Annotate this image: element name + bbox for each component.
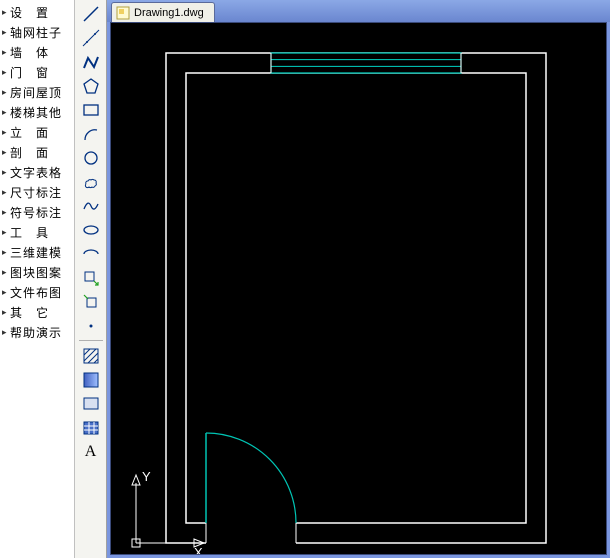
menu-item-help[interactable]: ▸帮助演示 bbox=[0, 322, 74, 342]
menu-label: 立 面 bbox=[10, 124, 49, 141]
ellipse-arc-tool[interactable] bbox=[77, 242, 105, 265]
menu-item-elevation[interactable]: ▸立 面 bbox=[0, 122, 74, 142]
svg-text:X: X bbox=[194, 545, 203, 555]
menu-item-symbol[interactable]: ▸符号标注 bbox=[0, 202, 74, 222]
menu-label: 三维建模 bbox=[10, 244, 62, 261]
menu-item-3d-modeling[interactable]: ▸三维建模 bbox=[0, 242, 74, 262]
menu-label: 设 置 bbox=[10, 4, 49, 21]
drawing-area: Drawing1.dwg YX bbox=[107, 0, 610, 558]
spline-tool[interactable] bbox=[77, 194, 105, 217]
menu-label: 房间屋顶 bbox=[10, 84, 62, 101]
file-tab-drawing1[interactable]: Drawing1.dwg bbox=[111, 2, 215, 22]
table-tool[interactable] bbox=[77, 416, 105, 439]
menu-item-doors-windows[interactable]: ▸门 窗 bbox=[0, 62, 74, 82]
menu-label: 尺寸标注 bbox=[10, 184, 62, 201]
arc-tool[interactable] bbox=[77, 122, 105, 145]
toolbar-separator bbox=[79, 340, 103, 341]
revision-cloud-tool[interactable] bbox=[77, 170, 105, 193]
model-canvas[interactable]: YX bbox=[110, 22, 607, 555]
menu-item-axis-columns[interactable]: ▸轴网柱子 bbox=[0, 22, 74, 42]
menu-label: 轴网柱子 bbox=[10, 24, 62, 41]
menu-item-room-roof[interactable]: ▸房间屋顶 bbox=[0, 82, 74, 102]
gradient-tool[interactable] bbox=[77, 368, 105, 391]
text-tool[interactable]: A bbox=[77, 440, 105, 463]
make-block-tool[interactable] bbox=[77, 290, 105, 313]
circle-tool[interactable] bbox=[77, 146, 105, 169]
menu-item-block-pattern[interactable]: ▸图块图案 bbox=[0, 262, 74, 282]
category-menu: ▸设 置 ▸轴网柱子 ▸墙 体 ▸门 窗 ▸房间屋顶 ▸楼梯其他 ▸立 面 ▸剖… bbox=[0, 0, 75, 558]
menu-item-walls[interactable]: ▸墙 体 bbox=[0, 42, 74, 62]
menu-item-section[interactable]: ▸剖 面 bbox=[0, 142, 74, 162]
menu-item-file-layout[interactable]: ▸文件布图 bbox=[0, 282, 74, 302]
menu-label: 帮助演示 bbox=[10, 324, 62, 341]
floorplan-drawing: YX bbox=[111, 23, 607, 555]
construction-line-tool[interactable] bbox=[77, 26, 105, 49]
menu-label: 符号标注 bbox=[10, 204, 62, 221]
menu-label: 其 它 bbox=[10, 304, 49, 321]
menu-item-stairs-other[interactable]: ▸楼梯其他 bbox=[0, 102, 74, 122]
rectangle-tool[interactable] bbox=[77, 98, 105, 121]
document-tab-bar: Drawing1.dwg bbox=[107, 0, 610, 22]
menu-item-other[interactable]: ▸其 它 bbox=[0, 302, 74, 322]
dwg-file-icon bbox=[116, 6, 130, 20]
menu-item-text-table[interactable]: ▸文字表格 bbox=[0, 162, 74, 182]
menu-item-tools[interactable]: ▸工 具 bbox=[0, 222, 74, 242]
menu-item-settings[interactable]: ▸设 置 bbox=[0, 2, 74, 22]
point-tool[interactable] bbox=[77, 314, 105, 337]
region-tool[interactable] bbox=[77, 392, 105, 415]
polygon-tool[interactable] bbox=[77, 74, 105, 97]
menu-label: 墙 体 bbox=[10, 44, 49, 61]
menu-label: 剖 面 bbox=[10, 144, 49, 161]
draw-toolbar: A bbox=[75, 0, 107, 558]
ellipse-tool[interactable] bbox=[77, 218, 105, 241]
hatch-tool[interactable] bbox=[77, 344, 105, 367]
menu-label: 工 具 bbox=[10, 224, 49, 241]
menu-item-dimension[interactable]: ▸尺寸标注 bbox=[0, 182, 74, 202]
menu-label: 楼梯其他 bbox=[10, 104, 62, 121]
file-tab-label: Drawing1.dwg bbox=[134, 7, 204, 19]
menu-label: 图块图案 bbox=[10, 264, 62, 281]
menu-label: 门 窗 bbox=[10, 64, 49, 81]
menu-label: 文字表格 bbox=[10, 164, 62, 181]
line-tool[interactable] bbox=[77, 2, 105, 25]
polyline-tool[interactable] bbox=[77, 50, 105, 73]
insert-block-tool[interactable] bbox=[77, 266, 105, 289]
svg-text:Y: Y bbox=[142, 469, 151, 484]
menu-label: 文件布图 bbox=[10, 284, 62, 301]
